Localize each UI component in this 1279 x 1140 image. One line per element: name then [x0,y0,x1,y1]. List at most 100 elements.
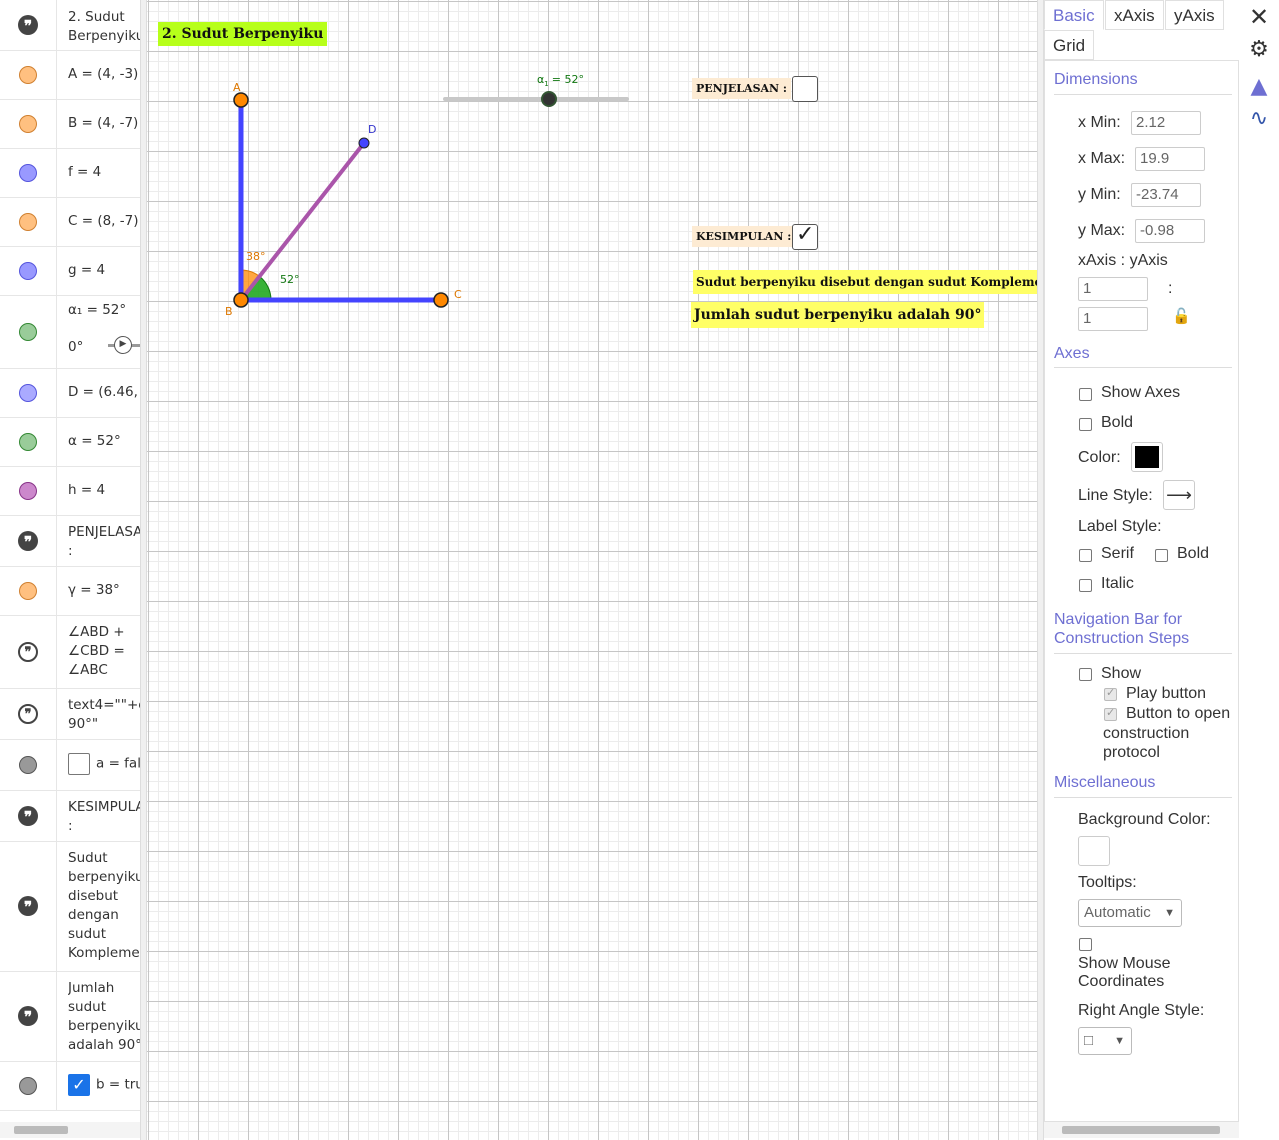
show-navbar-checkbox[interactable] [1079,668,1092,681]
point-a[interactable] [233,92,249,108]
play-button-checkbox[interactable] [1104,686,1117,701]
algebra-row-content[interactable]: text4=""+c 90°" [68,696,140,734]
algebra-row-content[interactable]: Jumlah sudut berpenyiku adalah 90° [68,979,140,1055]
point-c[interactable] [433,292,449,308]
open-protocol-checkbox[interactable] [1104,706,1117,721]
algebra-row[interactable]: B = (4, -7) [0,99,140,149]
algebra-row[interactable]: g = 4 [0,246,140,296]
algebra-row-marker[interactable]: ❞ [0,0,57,50]
tab-grid[interactable]: Grid [1044,30,1095,60]
algebra-row-marker[interactable]: ❞ [0,971,57,1061]
algebra-row[interactable]: a = false [0,739,140,791]
quote-icon[interactable]: ❞ [18,530,38,551]
slider-handle[interactable] [541,91,557,107]
algebra-row-content[interactable]: Sudut berpenyiku disebut dengan sudut Komplem… [68,849,140,963]
algebra-row-marker[interactable] [0,148,57,197]
algebra-horizontal-scrollbar[interactable] [0,1122,140,1138]
visibility-toggle-icon[interactable] [19,261,37,280]
algebra-row-marker[interactable] [0,50,57,99]
algebra-row-content[interactable]: ∠ABD + ∠CBD = ∠ABC [68,623,140,680]
algebra-row[interactable]: ▶ α₁ = 52° 0° [0,295,140,369]
algebra-row-content[interactable]: α = 52° [68,432,140,451]
algebra-row-content[interactable]: PENJELASAN: [68,523,140,561]
xmax-input[interactable]: 19.9 [1135,147,1205,171]
function-icon[interactable]: ∿ [1247,107,1271,131]
right-angle-select[interactable]: □ ▼ [1078,1027,1132,1055]
algebra-row-marker[interactable] [0,466,57,515]
ratio-y-input[interactable]: 1 [1078,307,1148,331]
kesimpulan-label[interactable]: KESIMPULAN : [692,226,796,247]
italic-checkbox[interactable] [1079,579,1092,592]
algebra-row[interactable]: γ = 38° [0,566,140,616]
algebra-row-content[interactable]: A = (4, -3) [68,65,140,84]
ratio-x-input[interactable]: 1 [1078,277,1148,301]
point-b[interactable] [233,292,249,308]
algebra-row-content[interactable]: ✓ b = true [68,1073,140,1096]
algebra-row[interactable]: ❞ Sudut berpenyiku disebut dengan sudut Komple… [0,841,140,972]
visibility-toggle-icon[interactable] [19,755,37,774]
algebra-row-marker[interactable]: ❞ [0,515,57,566]
ymax-input[interactable]: -0.98 [1135,219,1205,243]
scrollbar-thumb[interactable] [14,1126,68,1134]
visibility-toggle-icon[interactable] [19,65,37,84]
quote-icon[interactable]: ❞ [18,805,38,826]
visibility-toggle-icon[interactable] [19,322,37,341]
bg-color-button[interactable] [1078,836,1110,866]
visibility-toggle-icon[interactable] [19,1076,37,1095]
algebra-row[interactable]: ❞ text4=""+c 90°" [0,688,140,740]
title-text[interactable]: 2. Sudut Berpenyiku [158,22,328,46]
algebra-row-marker[interactable] [0,417,57,466]
algebra-row[interactable]: A = (4, -3) [0,50,140,100]
line-style-button[interactable]: ⟶ [1163,480,1195,510]
algebra-row[interactable]: D = (6.46, - [0,368,140,418]
algebra-view[interactable]: ❞ 2. Sudut Berpenyiku A = (4, -3) B = (4, -7… [0,0,140,1140]
gear-icon[interactable]: ⚙ [1247,38,1271,62]
algebra-row-content[interactable]: a = false [68,752,140,775]
segment-h[interactable] [239,141,366,302]
quote-icon[interactable]: ❞ [18,1006,38,1026]
show-mouse-checkbox[interactable] [1079,938,1092,951]
visibility-toggle-icon[interactable] [19,432,37,451]
algebra-row-content[interactable]: f = 4 [68,163,140,182]
tab-basic[interactable]: Basic [1044,0,1104,30]
algebra-row-marker[interactable] [0,295,57,368]
algebra-row[interactable]: h = 4 [0,466,140,516]
algebra-row-content[interactable]: D = (6.46, - [68,383,140,402]
boolean-checkbox[interactable] [68,752,90,775]
penjelasan-label[interactable]: PENJELASAN : [692,78,791,99]
algebra-row[interactable]: α = 52° [0,417,140,467]
algebra-row-content[interactable]: γ = 38° [68,581,140,600]
algebra-row-marker[interactable] [0,739,57,790]
visibility-toggle-icon[interactable] [19,581,37,600]
penjelasan-checkbox[interactable] [792,76,818,102]
text-jumlah-sudut[interactable]: Jumlah sudut berpenyiku adalah 90° [691,302,985,328]
point-d[interactable] [358,137,370,149]
algebra-row[interactable]: ❞ 2. Sudut Berpenyiku [0,0,140,51]
scrollbar-thumb[interactable] [1062,1126,1220,1134]
algebra-row-marker[interactable]: ❞ [0,688,57,739]
visibility-toggle-icon[interactable] [19,163,37,182]
algebra-row[interactable]: ❞ KESIMPULAN: [0,790,140,842]
quote-icon[interactable]: ❞ [18,641,38,662]
unlock-icon[interactable]: 🔓 [1172,307,1191,325]
bold-checkbox[interactable] [1079,418,1092,431]
algebra-row-marker[interactable] [0,197,57,246]
algebra-row-content[interactable]: 2. Sudut Berpenyiku [68,8,140,46]
algebra-row-marker[interactable]: ❞ [0,841,57,971]
label-bold-checkbox[interactable] [1155,549,1168,562]
graphics-view-icon[interactable]: ▲ [1247,75,1271,99]
visibility-toggle-icon[interactable] [19,212,37,231]
ymin-input[interactable]: -23.74 [1131,183,1201,207]
quote-icon[interactable]: ❞ [18,896,38,916]
visibility-toggle-icon[interactable] [19,114,37,133]
tooltips-select[interactable]: Automatic ▼ [1078,899,1182,927]
close-icon[interactable]: ✕ [1247,5,1271,29]
serif-checkbox[interactable] [1079,549,1092,562]
visibility-toggle-icon[interactable] [19,383,37,402]
algebra-row[interactable]: ❞ Jumlah sudut berpenyiku adalah 90° [0,971,140,1062]
show-axes-checkbox[interactable] [1079,388,1092,401]
algebra-row-marker[interactable]: ❞ [0,790,57,841]
algebra-row-marker[interactable] [0,368,57,417]
algebra-row[interactable]: f = 4 [0,148,140,198]
graphics-view[interactable]: α1 = 52° A B C D 38° 52° 2. Sudut Berpeny… [147,0,1037,1140]
